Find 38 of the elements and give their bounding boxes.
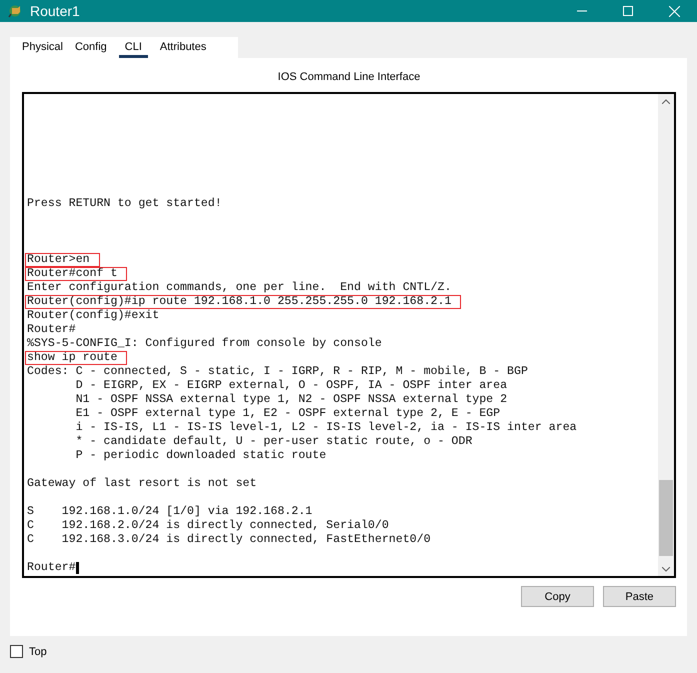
terminal-line: C 192.168.3.0/24 is directly connected, FastEthernet0/0 [27, 533, 431, 547]
text-cursor [76, 562, 79, 574]
window-title: Router1 [30, 3, 81, 19]
maximize-icon[interactable] [623, 6, 633, 16]
terminal-line: Enter configuration commands, one per line. End with CNTL/Z. [27, 281, 452, 295]
terminal-console[interactable] [22, 92, 676, 578]
terminal-line: D - EIGRP, EX - EIGRP external, O - OSPF, IA - OSPF inter area [74, 379, 508, 393]
scroll-down-icon[interactable] [662, 566, 670, 572]
terminal-line: S 192.168.1.0/24 [1/0] via 192.168.2.1 [27, 505, 312, 519]
terminal-line: i - IS-IS, L1 - IS-IS level-1, L2 - IS-IS level-2, ia - IS-IS inter area [74, 421, 577, 435]
tab[interactable]: Physical [22, 37, 63, 58]
terminal-line: Router(config)#ip route 192.168.1.0 255.255.255.0 192.168.2.1 [25, 295, 462, 309]
scroll-thumb[interactable] [659, 480, 673, 556]
tab[interactable]: Attributes [160, 37, 206, 58]
terminal-line: C 192.168.2.0/24 is directly connected, Serial0/0 [27, 519, 389, 533]
terminal-line: Router#conf t [25, 267, 128, 281]
action-button[interactable]: Paste [603, 586, 676, 607]
terminal-line: %SYS-5-CONFIG_I: Configured from console by console [27, 337, 382, 351]
panel-title: IOS Command Line Interface [276, 71, 422, 85]
terminal-line: * - candidate default, U - per-user static route, o - ODR [74, 435, 472, 449]
terminal-line: Router# [27, 323, 76, 337]
terminal-line: Gateway of last resort is not set [27, 477, 257, 491]
terminal-line: Router>en [25, 253, 100, 267]
checkbox[interactable] [10, 645, 23, 658]
terminal-line: Press RETURN to get started! [27, 197, 222, 211]
terminal-line: Router# [27, 561, 76, 575]
scroll-up-icon[interactable] [662, 98, 670, 104]
terminal-line: N1 - OSPF NSSA external type 1, N2 - OSPF NSSA external type 2 [74, 393, 508, 407]
action-button[interactable]: Copy [521, 586, 594, 607]
scrollbar[interactable] [658, 94, 674, 576]
terminal-line: Codes: C - connected, S - static, I - IGRP, R - RIP, M - mobile, B - BGP [27, 365, 528, 379]
terminal-line: show ip route [25, 351, 128, 365]
tab[interactable]: Config [74, 37, 107, 58]
close-icon[interactable] [668, 6, 680, 16]
terminal-line: E1 - OSPF external type 1, E2 - OSPF external type 2, E - EGP [74, 407, 500, 421]
checkbox-label: Top [29, 646, 47, 658]
terminal-line: Router(config)#exit [27, 309, 160, 323]
terminal-line: P - periodic downloaded static route [74, 449, 326, 463]
